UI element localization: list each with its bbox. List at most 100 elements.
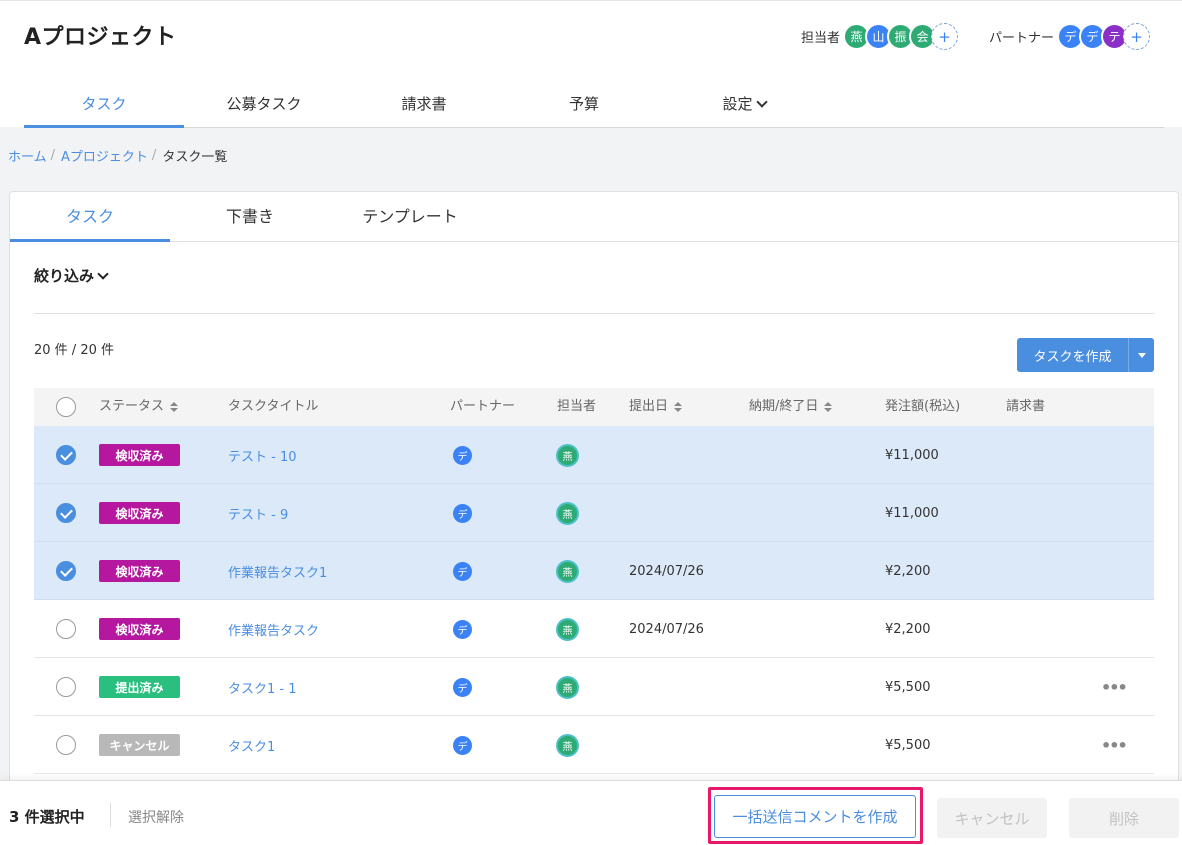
divider [110,803,111,827]
row-checkbox[interactable] [56,677,76,697]
row-checkbox[interactable] [56,735,76,755]
table-header: ステータス タスクタイトル パートナー 担当者 提出日 納期/終了日 発注額(税… [34,388,1154,426]
assignee-avatar: 燕 [556,675,579,699]
divider [34,313,1154,314]
add-assignee-button[interactable]: + [931,23,959,50]
task-title-link[interactable]: テスト - 9 [228,504,288,523]
bulk-action-bar: 3 件選択中 選択解除 一括送信コメントを作成 キャンセル 削除 [0,780,1182,845]
table-row[interactable]: 検収済み 作業報告タスク1 デ 燕 2024/07/26 ¥2,200 [34,542,1154,600]
nav-settings-label: 設定 [722,95,753,113]
partner-avatar: デ [453,503,472,523]
task-title-link[interactable]: 作業報告タスク1 [228,562,327,581]
caret-down-icon [1137,352,1146,358]
nav-tab-budget[interactable]: 予算 [504,81,664,128]
assignee-avatar: 燕 [556,501,579,525]
nav-tab-invoices[interactable]: 請求書 [344,81,504,128]
row-checkbox[interactable] [56,445,76,465]
partner-avatar: デ [453,561,472,581]
subtab-drafts[interactable]: 下書き [170,192,330,242]
breadcrumb-home[interactable]: ホーム [8,146,47,165]
chevron-down-icon [97,268,109,280]
breadcrumb-current: タスク一覧 [162,150,228,165]
status-badge: 検収済み [99,502,180,524]
cancel-button[interactable]: キャンセル [937,798,1047,838]
bulk-comment-button[interactable]: 一括送信コメントを作成 [714,795,916,838]
delete-button[interactable]: 削除 [1069,798,1179,838]
subtab-templates[interactable]: テンプレート [330,192,490,242]
assignee-avatar: 燕 [556,733,579,757]
create-task-button[interactable]: タスクを作成 [1017,346,1128,365]
partners-label: パートナー [989,31,1055,46]
create-task-button-group: タスクを作成 [1017,338,1154,372]
breadcrumb: ホーム / Aプロジェクト / タスク一覧 [8,146,227,165]
task-list-card: タスク 下書き テンプレート 絞り込み 20 件 / 20 件 タスクを作成 ス… [9,191,1179,791]
status-badge: 提出済み [99,676,180,698]
header-partner: パートナー [450,399,516,414]
breadcrumb-separator: / [151,148,157,163]
header-status[interactable]: ステータス [99,388,179,426]
subtab-tasks[interactable]: タスク [10,192,170,242]
table-row[interactable]: 検収済み テスト - 9 デ 燕 ¥11,000 [34,484,1154,542]
task-subtabs: タスク 下書き テンプレート [10,192,1178,242]
header-status-label: ステータス [99,399,165,414]
row-checkbox[interactable] [56,503,76,523]
create-task-dropdown-button[interactable] [1128,338,1154,372]
partner-avatar: デ [453,445,472,465]
partner-avatar: デ [453,677,472,697]
partner-avatar: デ [453,619,472,639]
chevron-down-icon [755,96,768,108]
header-amount: 発注額(税込) [885,399,961,414]
assignee-avatar: 燕 [556,559,579,583]
amount: ¥11,000 [885,505,939,521]
task-title-link[interactable]: テスト - 10 [228,446,297,465]
task-title-link[interactable]: 作業報告タスク [228,620,319,639]
table-row[interactable]: 提出済み タスク1 - 1 デ 燕 ¥5,500 ••• [34,658,1154,716]
amount: ¥2,200 [885,621,931,637]
project-header: Aプロジェクト 担当者 燕 山 振 会 + パートナー デ デ テ + タスク … [0,0,1182,128]
table-row[interactable]: 検収済み テスト - 10 デ 燕 ¥11,000 [34,426,1154,484]
project-title: Aプロジェクト [24,25,177,50]
sort-icon [674,402,683,412]
header-submitted-label: 提出日 [629,399,669,414]
row-checkbox[interactable] [56,561,76,581]
add-partner-button[interactable]: + [1123,23,1151,50]
task-title-link[interactable]: タスク1 - 1 [228,678,297,697]
status-badge: 検収済み [99,618,180,640]
task-title-link[interactable]: タスク1 [228,736,275,755]
nav-tab-settings[interactable]: 設定 [664,81,824,128]
filter-label: 絞り込み [34,267,95,285]
clear-selection-link[interactable]: 選択解除 [128,807,184,827]
filter-toggle[interactable]: 絞り込み [34,265,109,286]
table-row[interactable]: キャンセル タスク1 デ 燕 ¥5,500 ••• [34,716,1154,774]
more-options-icon[interactable]: ••• [1101,736,1128,755]
status-badge: 検収済み [99,560,180,582]
header-submitted[interactable]: 提出日 [629,388,683,426]
nav-tab-public-tasks[interactable]: 公募タスク [184,81,344,128]
sort-icon [824,402,833,412]
result-count: 20 件 / 20 件 [34,343,114,358]
nav-tab-tasks[interactable]: タスク [24,81,184,128]
partner-avatar: デ [453,735,472,755]
project-nav: タスク 公募タスク 請求書 予算 設定 [24,81,1164,128]
header-title: タスクタイトル [228,399,319,414]
select-all-checkbox[interactable] [56,397,76,417]
breadcrumb-project[interactable]: Aプロジェクト [61,146,148,165]
header-assignee: 担当者 [557,399,597,414]
row-checkbox[interactable] [56,619,76,639]
breadcrumb-separator: / [50,148,56,163]
header-invoice: 請求書 [1006,399,1046,414]
selected-count: 3 件選択中 [9,808,85,826]
amount: ¥2,200 [885,563,931,579]
amount: ¥11,000 [885,447,939,463]
header-due-label: 納期/終了日 [749,399,819,414]
more-options-icon[interactable]: ••• [1101,678,1128,697]
assignees-label: 担当者 [801,31,841,46]
assignee-avatar: 燕 [556,617,579,641]
submitted-date: 2024/07/26 [629,563,704,579]
sort-icon [170,402,179,412]
assignee-avatar: 燕 [556,443,579,467]
submitted-date: 2024/07/26 [629,621,704,637]
partners-group: パートナー デ デ テ + [989,23,1151,50]
table-row[interactable]: 検収済み 作業報告タスク デ 燕 2024/07/26 ¥2,200 [34,600,1154,658]
header-due[interactable]: 納期/終了日 [749,388,833,426]
